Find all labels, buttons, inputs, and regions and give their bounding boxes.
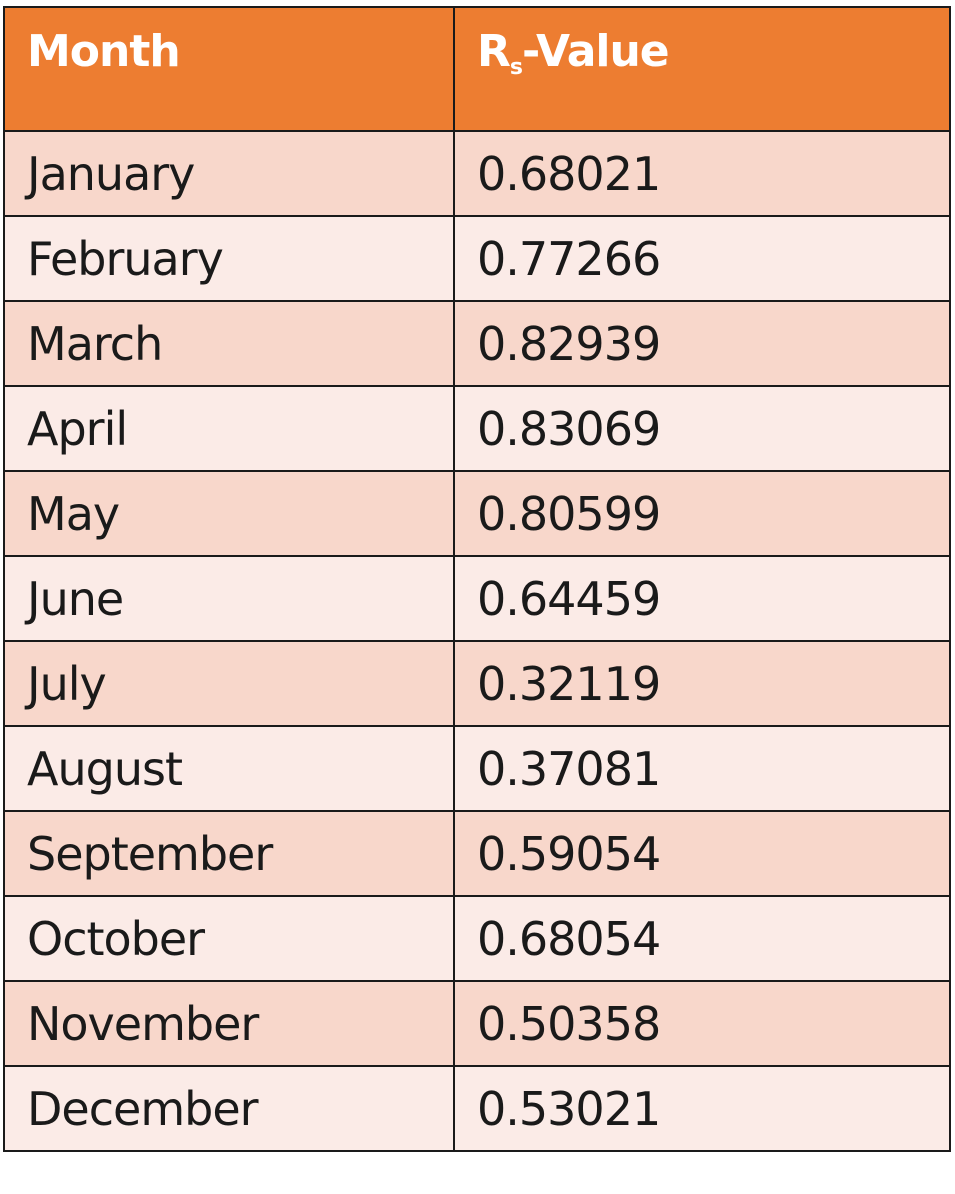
table-row: May 0.80599 bbox=[3, 470, 951, 557]
table-row: July 0.32119 bbox=[3, 640, 951, 727]
month-cell: October bbox=[3, 895, 455, 982]
month-cell: September bbox=[3, 810, 455, 897]
rs-value-cell: 0.37081 bbox=[453, 725, 951, 812]
month-cell: January bbox=[3, 130, 455, 217]
table-row: February 0.77266 bbox=[3, 215, 951, 302]
rs-value-cell: 0.80599 bbox=[453, 470, 951, 557]
table-row: June 0.64459 bbox=[3, 555, 951, 642]
month-column-header: Month bbox=[3, 6, 455, 132]
rs-value-cell: 0.59054 bbox=[453, 810, 951, 897]
table-body: January 0.68021 February 0.77266 March 0.8293… bbox=[3, 130, 951, 1152]
rs-value-cell: 0.32119 bbox=[453, 640, 951, 727]
table-row: September 0.59054 bbox=[3, 810, 951, 897]
table-row: March 0.82939 bbox=[3, 300, 951, 387]
month-cell: April bbox=[3, 385, 455, 472]
rs-value-cell: 0.50358 bbox=[453, 980, 951, 1067]
table-row: December 0.53021 bbox=[3, 1065, 951, 1152]
month-cell: May bbox=[3, 470, 455, 557]
rs-symbol: R bbox=[477, 26, 511, 77]
month-cell: August bbox=[3, 725, 455, 812]
rs-value-cell: 0.82939 bbox=[453, 300, 951, 387]
rs-value-column-header: Rs-Value bbox=[453, 6, 951, 132]
table-row: April 0.83069 bbox=[3, 385, 951, 472]
header-row: Month Rs-Value bbox=[3, 6, 951, 132]
rs-suffix: -Value bbox=[522, 26, 670, 77]
rs-value-cell: 0.68021 bbox=[453, 130, 951, 217]
month-cell: June bbox=[3, 555, 455, 642]
rs-value-table: Month Rs-Value January 0.68021 February 0.7… bbox=[3, 6, 951, 1152]
month-cell: November bbox=[3, 980, 455, 1067]
rs-subscript: s bbox=[509, 55, 523, 80]
month-cell: March bbox=[3, 300, 455, 387]
table-row: October 0.68054 bbox=[3, 895, 951, 982]
table-row: August 0.37081 bbox=[3, 725, 951, 812]
month-cell: July bbox=[3, 640, 455, 727]
month-cell: December bbox=[3, 1065, 455, 1152]
table-row: November 0.50358 bbox=[3, 980, 951, 1067]
rs-value-cell: 0.77266 bbox=[453, 215, 951, 302]
rs-value-cell: 0.83069 bbox=[453, 385, 951, 472]
rs-value-cell: 0.68054 bbox=[453, 895, 951, 982]
rs-value-cell: 0.53021 bbox=[453, 1065, 951, 1152]
month-cell: February bbox=[3, 215, 455, 302]
rs-value-cell: 0.64459 bbox=[453, 555, 951, 642]
table-row: January 0.68021 bbox=[3, 130, 951, 217]
